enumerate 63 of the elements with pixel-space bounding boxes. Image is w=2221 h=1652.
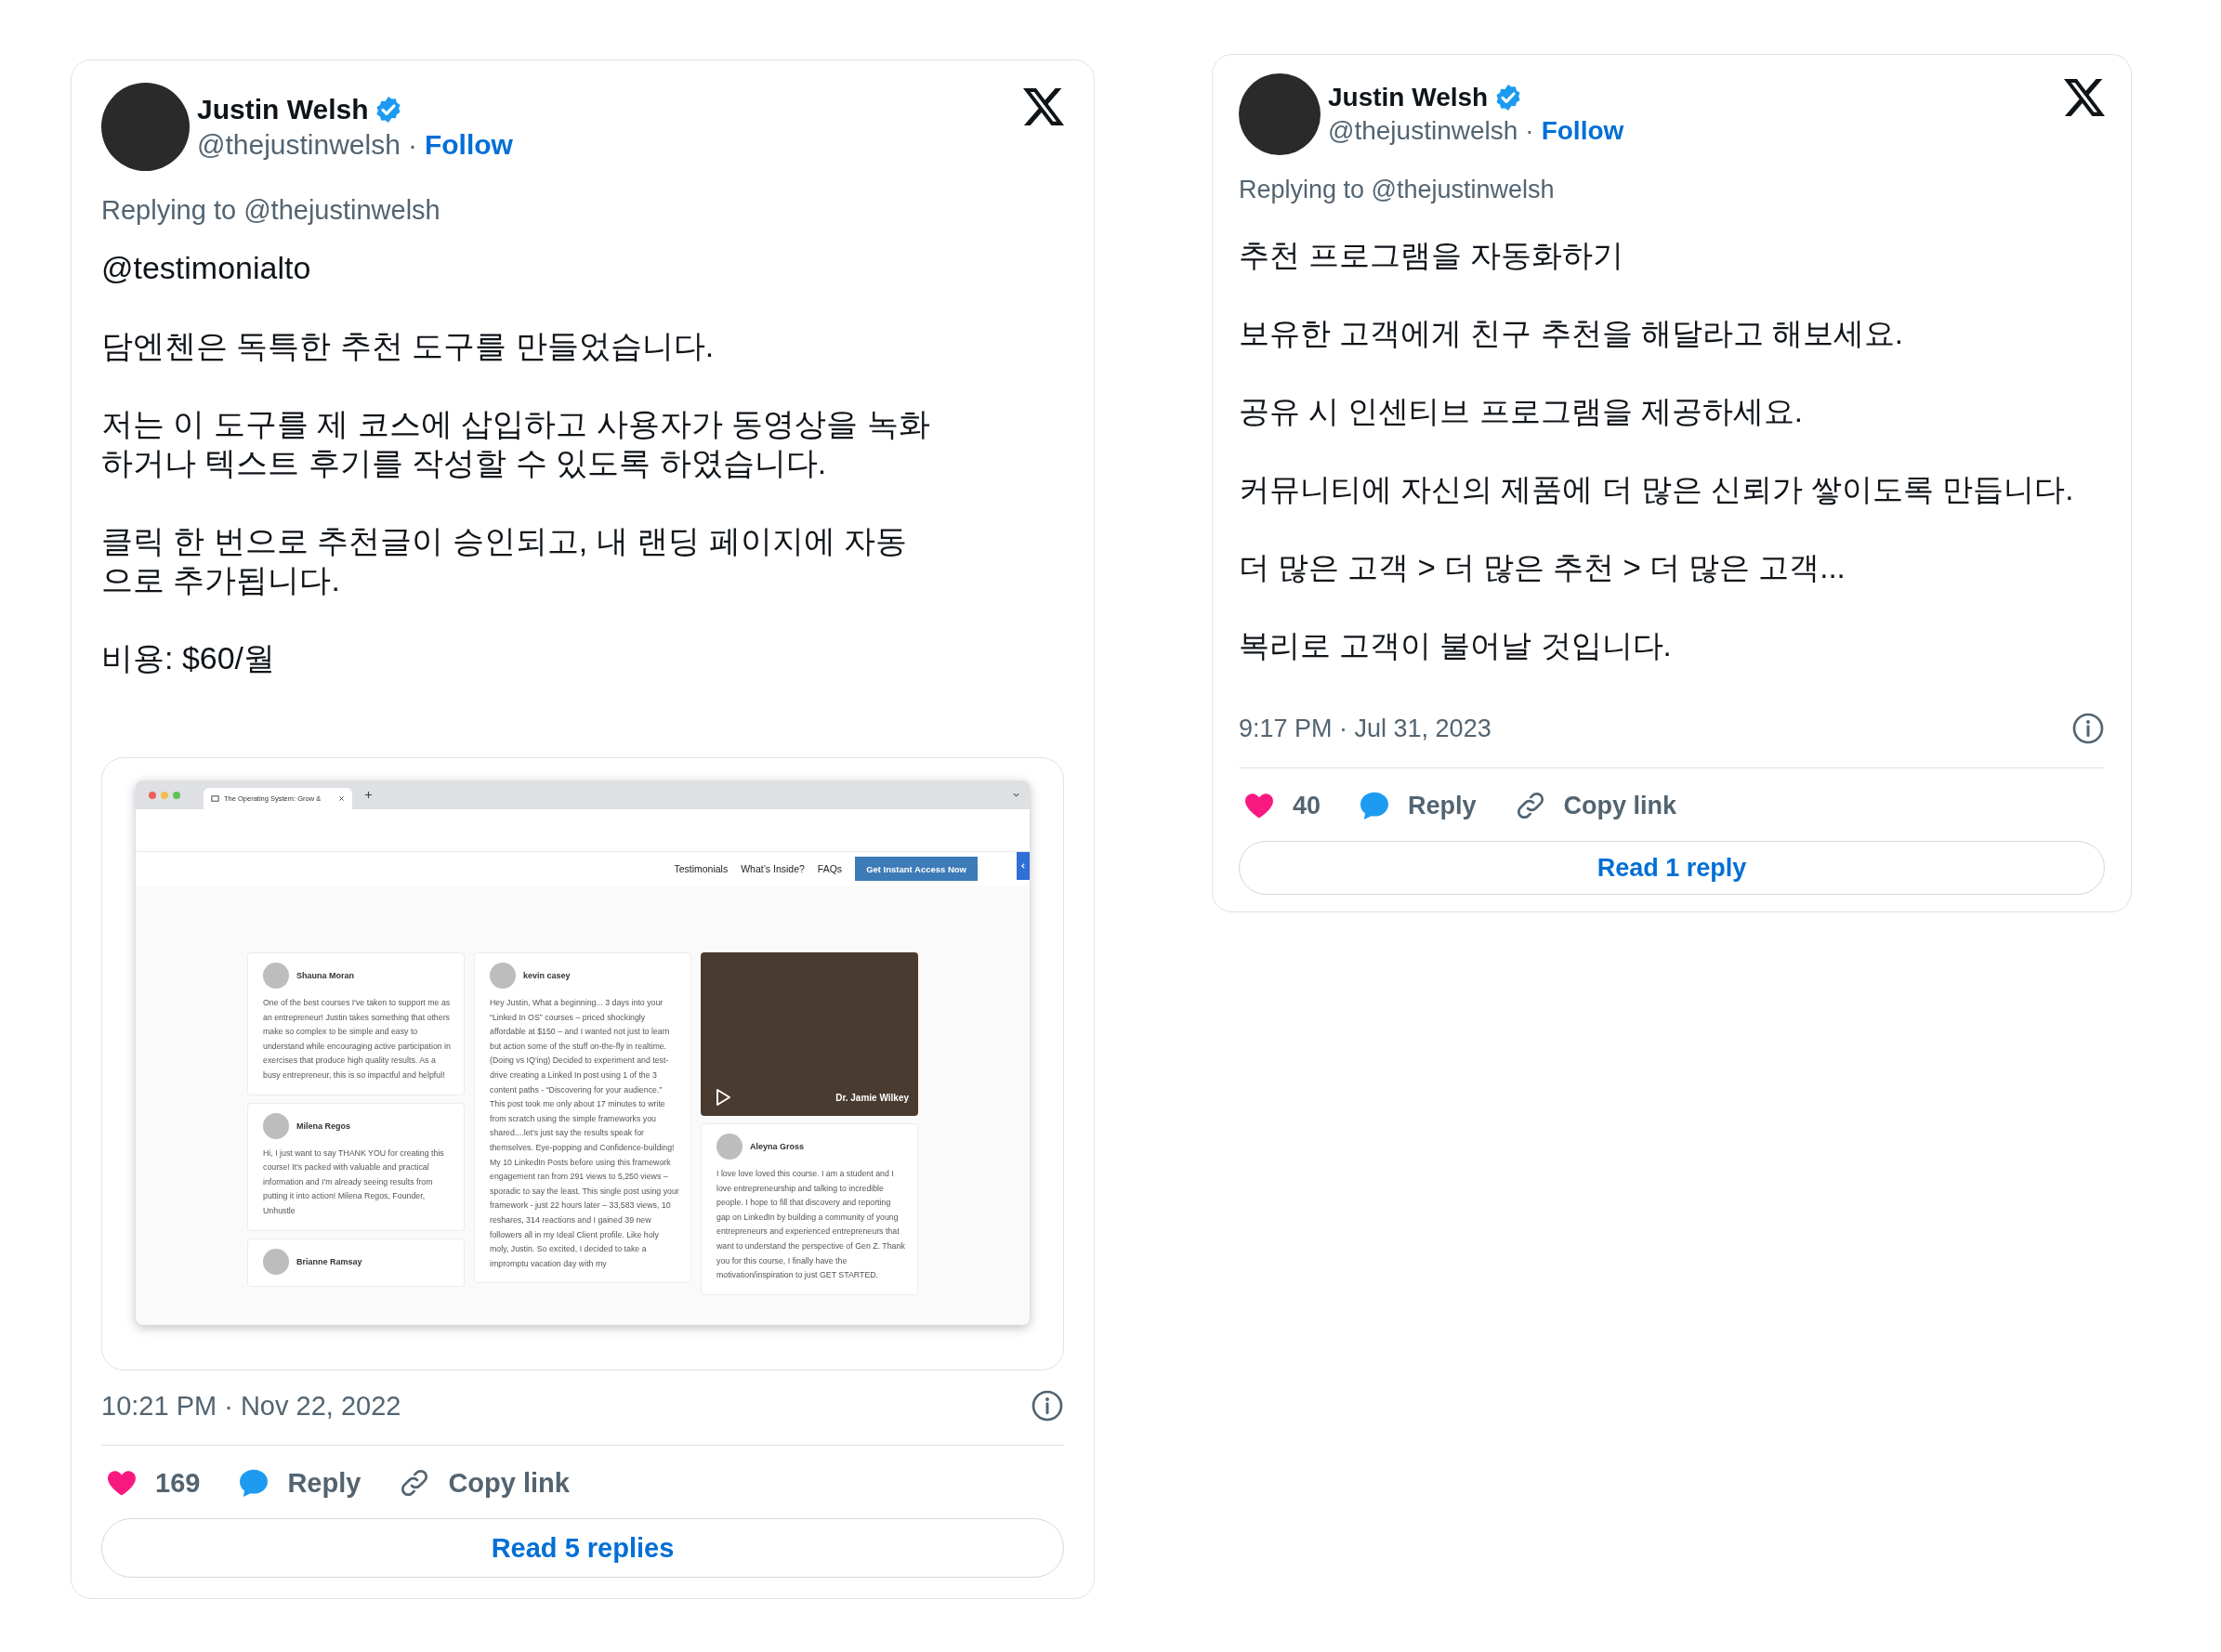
tweet-text: 더 많은 고객 > 더 많은 추천 > 더 많은 고객... xyxy=(1239,549,1846,586)
reviewer-name: Aleyna Gross xyxy=(750,1142,805,1151)
play-icon[interactable] xyxy=(714,1088,732,1107)
read-replies-button[interactable]: Read 5 replies xyxy=(101,1518,1064,1578)
get-access-button[interactable]: Get Instant Access Now xyxy=(855,857,978,881)
replying-to-text: Replying to @thejustinwelsh xyxy=(1239,176,1556,204)
tweet-text: 공유 시 인센티브 프로그램을 제공하세요. xyxy=(1239,393,1804,430)
reply-button[interactable]: Reply xyxy=(237,1466,361,1500)
reviewer-name: Milena Regos xyxy=(296,1121,350,1131)
video-thumbnail[interactable]: Dr. Jamie Wilkey xyxy=(701,952,918,1116)
tweet-text: 복리로 고객이 불어날 것입니다. xyxy=(1239,627,1673,664)
tweet-text: 보유한 고객에게 친구 추천을 해달라고 해보세요. xyxy=(1239,315,1904,352)
close-icon[interactable] xyxy=(338,795,345,802)
favicon-icon xyxy=(211,794,219,803)
testimonial-text: Hi, I just want to say THANK YOU for creating this course! It's packed with valuable and practical information and I'm already seeing results from putting it into action! Milena Regos, Founder, Unhustle xyxy=(263,1147,445,1217)
nav-link[interactable]: FAQs xyxy=(817,863,843,874)
copy-link-button[interactable]: Copy link xyxy=(398,1466,570,1500)
media-frame[interactable] xyxy=(101,757,1064,1370)
author-name[interactable]: Justin Welsh xyxy=(197,93,369,125)
separator-dot: · xyxy=(407,128,417,161)
tweet-text: 비용: $60/월 xyxy=(101,639,277,677)
testimonial-text: One of the best courses I've taken to support me as an entrepreneur! Justin takes something that others make so complex to be simple and easy to understand while encouraging active participation in exercises that produce high quality results. As a busy entrepreneur, this is so impactful and helpful! xyxy=(263,997,452,1082)
video-caption: Dr. Jamie Wilkey xyxy=(835,1093,909,1103)
replying-to-text: Replying to @thejustinwelsh xyxy=(101,195,441,226)
info-icon[interactable] xyxy=(1031,1389,1064,1423)
avatar xyxy=(263,1112,289,1139)
author-name[interactable]: Justin Welsh xyxy=(1328,83,1489,112)
read-replies-button[interactable]: Read 1 reply xyxy=(1239,841,2105,895)
testimonial-text: Hey Justin, What a beginning... 3 days into your “Linked In OS” courses – priced shockingly affordable at $150 – and I wanted not just to learn but action some of the stuff on-the-fly in realtime. (Doing vs IQ'ing) Decided to experiment and test-drive creating a Linked In post using 1 of the 3 content paths - “Discovering for your audience.” This post took me only about 17 minutes to write from scratch using the simple frameworks you shared....let's just say the results speak for themselves. Eye-popping and Confidence-building! My 10 LinkedIn Posts before using this framework engagement ran from 291 views to 5,250 views – sporadic to say the least. This single post using your framework - just 22 hours later – 33,583 views, 10 reshares, 314 reactions and I gained 39 new followers all in my Ideal Client profile. Like holy moly, Justin. So excited, I decided to take a impromptu vacation day with my xyxy=(490,997,679,1270)
avatar xyxy=(263,963,289,989)
info-icon[interactable] xyxy=(2071,712,2105,745)
tweet-text: 추천 프로그램을 자동화하기 xyxy=(1239,237,1625,274)
new-tab-icon[interactable] xyxy=(364,791,373,799)
tweet-text: 담엔첸은 독특한 추천 도구를 만들었습니다. xyxy=(101,327,716,365)
separator-dot: · xyxy=(1525,116,1534,146)
tweet-text: 커뮤니티에 자신의 제품에 더 많은 신뢰가 쌓이도록 만듭니다. xyxy=(1239,471,2075,508)
chevron-down-icon[interactable] xyxy=(1012,791,1020,799)
follow-link[interactable]: Follow xyxy=(1541,116,1624,146)
copy-link-button[interactable]: Copy link xyxy=(1513,789,1677,822)
testimonial-text: I love love loved this course. I am a student and I love entrepreneurship and talking to incredible people. I hope to fill that discovery and reporting gap on LinkedIn by building a community of young entrepreneurs and experienced entrepreneurs that want to understand the perspective of Gen Z. Thank you for this course, I finally have the motivation/inspiration to just GET STARTED. xyxy=(716,1168,906,1282)
tweet-text: @testimonialto xyxy=(101,249,312,287)
like-button[interactable]: 40 xyxy=(1242,789,1321,822)
avatar xyxy=(490,963,516,989)
logo-icon[interactable] xyxy=(2064,77,2105,118)
reviewer-name: Brianne Ramsay xyxy=(296,1256,362,1266)
reviewer-name: Shauna Moran xyxy=(296,971,354,980)
sidebar-toggle[interactable] xyxy=(1017,852,1030,880)
reply-button[interactable]: Reply xyxy=(1358,789,1477,822)
tweet-text: 저는 이 도구를 제 코스에 삽입하고 사용자가 동영상을 녹화하거나 텍스트 후기를 작성할 수 있도록 하였습니다. xyxy=(101,405,931,482)
logo-icon[interactable] xyxy=(1023,86,1064,127)
like-button[interactable]: 169 xyxy=(105,1466,201,1500)
chevron-left-icon xyxy=(1019,862,1027,870)
timestamp[interactable]: 9:17 PM · Jul 31, 2023 xyxy=(1239,714,1492,743)
user-handle[interactable]: @thejustinwelsh xyxy=(197,128,401,161)
nav-link[interactable]: Testimonials xyxy=(674,863,729,874)
tweet-text: 클릭 한 번으로 추천글이 승인되고, 내 랜딩 페이지에 자동으로 추가됩니다. xyxy=(101,522,909,599)
avatar xyxy=(263,1248,289,1275)
timestamp[interactable]: 10:21 PM · Nov 22, 2022 xyxy=(101,1390,401,1422)
nav-link[interactable]: What’s Inside? xyxy=(741,863,805,874)
avatar xyxy=(716,1134,743,1160)
user-handle[interactable]: @thejustinwelsh xyxy=(1328,116,1518,146)
reviewer-name: kevin casey xyxy=(523,971,571,980)
follow-link[interactable]: Follow xyxy=(424,128,513,161)
